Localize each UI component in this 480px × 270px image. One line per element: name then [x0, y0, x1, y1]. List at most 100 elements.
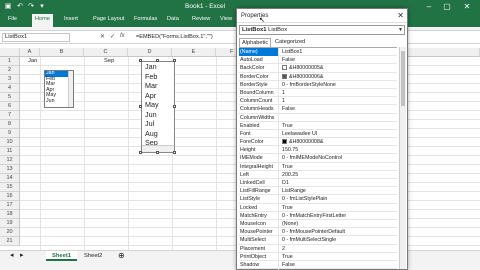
list-item[interactable]: Apr — [142, 91, 174, 101]
row-header[interactable]: 13 — [0, 165, 20, 174]
save-icon[interactable]: ▣ — [4, 3, 12, 10]
row-header[interactable]: 11 — [0, 147, 20, 156]
row-header[interactable]: 15 — [0, 183, 20, 192]
row-header[interactable]: 10 — [0, 138, 20, 147]
column-header[interactable]: E — [172, 48, 216, 57]
list-item[interactable]: Feb — [142, 72, 174, 82]
scrollbar[interactable] — [399, 47, 406, 269]
property-value[interactable]: 0 - fmIMEModeNoControl — [280, 154, 397, 162]
close-properties-icon[interactable]: ✕ — [397, 11, 404, 20]
property-row[interactable]: MatchEntry 0 - fmMatchEntryFirstLetter — [239, 211, 397, 220]
undo-icon[interactable]: ↶ — [16, 3, 24, 10]
tab-review[interactable]: Review — [192, 16, 210, 22]
property-value[interactable]: 200.25 — [280, 171, 397, 179]
property-value[interactable]: 0 - fmMatchEntryFirstLetter — [280, 212, 397, 220]
row-header[interactable]: 14 — [0, 174, 20, 183]
properties-title-bar[interactable]: Properties ↖ ✕ — [237, 9, 407, 24]
tab-page-layout[interactable]: Page Layout — [93, 16, 124, 22]
property-value[interactable]: True — [280, 163, 397, 171]
property-row[interactable]: ColumnCount 1 — [239, 97, 397, 106]
row-header[interactable]: 6 — [0, 102, 20, 111]
property-value[interactable]: True — [280, 253, 397, 261]
tab-sheet2[interactable]: Sheet2 — [78, 251, 108, 261]
property-value[interactable]: &H80000005& — [280, 64, 397, 72]
property-row[interactable]: Locked True — [239, 203, 397, 212]
property-value[interactable]: 1 — [280, 89, 397, 97]
column-header[interactable]: A — [20, 48, 40, 57]
property-row[interactable]: BackColor &H80000005& — [239, 64, 397, 73]
property-row[interactable]: LinkedCell D1 — [239, 179, 397, 188]
tab-sheet1[interactable]: Sheet1 — [46, 251, 78, 261]
cell-b1[interactable]: Jan — [28, 57, 37, 66]
new-sheet-icon[interactable]: ⊕ — [112, 251, 131, 261]
row-header[interactable]: 16 — [0, 192, 20, 201]
list-item[interactable]: Jun — [142, 110, 174, 120]
row-header[interactable]: 3 — [0, 75, 20, 84]
property-row[interactable]: MultiSelect 0 - fmMultiSelectSingle — [239, 236, 397, 245]
property-row[interactable]: IMEMode 0 - fmIMEModeNoControl — [239, 154, 397, 163]
close-window-icon[interactable]: ✕ — [460, 1, 474, 12]
object-combo[interactable]: ListBox1 ListBox ▼ — [239, 25, 405, 35]
row-header[interactable]: 7 — [0, 111, 20, 120]
property-value[interactable]: True — [280, 204, 397, 212]
property-row[interactable]: Height 150.75 — [239, 146, 397, 155]
property-row[interactable]: AutoLoad False — [239, 56, 397, 65]
tab-categorized[interactable]: Categorized — [273, 38, 307, 47]
row-header[interactable]: 17 — [0, 201, 20, 210]
insert-function-icon[interactable]: fx — [120, 33, 125, 39]
row-header[interactable]: 21 — [0, 237, 20, 246]
list-item[interactable]: Mar — [142, 81, 174, 91]
tab-insert[interactable]: Insert — [64, 16, 78, 22]
resize-handle[interactable] — [156, 151, 159, 154]
next-sheet-icon[interactable]: ▸ — [14, 251, 30, 261]
property-row[interactable]: ForeColor &H80000008& — [239, 138, 397, 147]
list-item[interactable]: Aug — [142, 129, 174, 139]
row-header[interactable]: 4 — [0, 84, 20, 93]
enter-icon[interactable]: ✓ — [110, 33, 115, 40]
row-header[interactable]: 12 — [0, 156, 20, 165]
property-value[interactable]: True — [280, 122, 397, 130]
column-header[interactable]: D — [128, 48, 172, 57]
resize-handle[interactable] — [173, 105, 176, 108]
property-row[interactable]: BorderColor &H80000006& — [239, 72, 397, 81]
property-row[interactable]: BorderStyle 0 - fmBorderStyleNone — [239, 80, 397, 89]
property-value[interactable] — [280, 114, 397, 122]
resize-handle[interactable] — [173, 151, 176, 154]
property-value[interactable]: 0 - fmMousePointerDefault — [280, 228, 397, 236]
customize-toolbar-icon[interactable]: ▾ — [38, 3, 46, 10]
row-header[interactable]: 5 — [0, 93, 20, 102]
resize-handle[interactable] — [139, 151, 142, 154]
property-value[interactable]: 2 — [280, 245, 397, 253]
scrollbar-thumb[interactable] — [401, 51, 405, 106]
select-all-corner[interactable] — [0, 48, 20, 57]
property-value[interactable]: &H80000006& — [280, 73, 397, 81]
property-row[interactable]: ColumnWidths — [239, 113, 397, 122]
tab-view[interactable]: View — [220, 16, 232, 22]
property-value[interactable]: D1 — [280, 179, 397, 187]
minimize-icon[interactable]: – — [422, 1, 436, 12]
property-row[interactable]: Enabled True — [239, 121, 397, 130]
property-row[interactable]: ListStyle 0 - fmListStylePlain — [239, 195, 397, 204]
row-header[interactable]: 1 — [0, 57, 20, 66]
property-row[interactable]: MouseIcon (None) — [239, 219, 397, 229]
column-header[interactable]: C — [84, 48, 128, 57]
property-value[interactable]: 0 - fmListStylePlain — [280, 195, 397, 203]
row-header[interactable]: 9 — [0, 129, 20, 138]
tab-file[interactable]: File — [8, 16, 17, 22]
tab-alphabetic[interactable]: Alphabetic — [239, 38, 272, 47]
resize-handle[interactable] — [139, 59, 142, 62]
property-value[interactable]: (None) — [280, 220, 397, 228]
resize-handle[interactable] — [173, 59, 176, 62]
row-header[interactable]: 19 — [0, 219, 20, 228]
row-header[interactable]: 2 — [0, 66, 20, 75]
property-row[interactable]: (Name) ListBox1 — [239, 48, 397, 57]
scrollbar[interactable] — [68, 71, 73, 107]
property-value[interactable]: ListRange — [280, 187, 397, 195]
name-box[interactable]: ListBox1 — [2, 33, 70, 42]
property-value[interactable]: 0 - fmMultiSelectSingle — [280, 236, 397, 244]
list-item[interactable]: Jul — [142, 119, 174, 129]
redo-icon[interactable]: ↷ — [27, 3, 35, 10]
row-header[interactable]: 18 — [0, 210, 20, 219]
property-row[interactable]: PrintObject True — [239, 252, 397, 261]
maximize-icon[interactable]: ▢ — [440, 1, 454, 12]
